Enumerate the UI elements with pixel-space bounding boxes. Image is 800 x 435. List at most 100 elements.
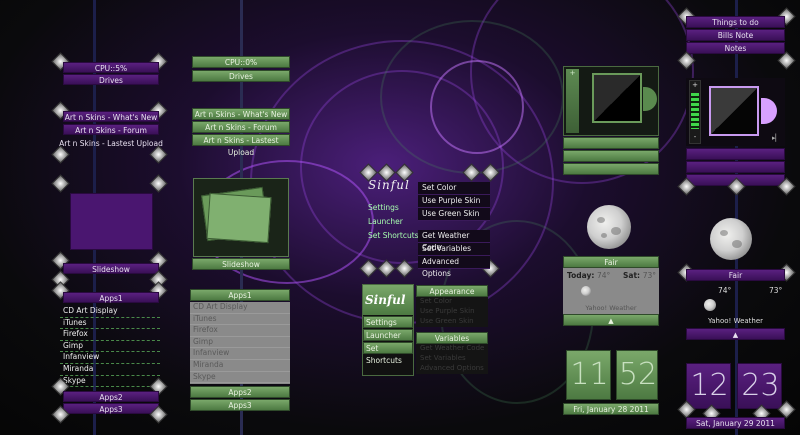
- app-item[interactable]: Firefox: [60, 329, 160, 341]
- variables-menu-green: Get Weather Code Set Variables Advanced …: [416, 344, 488, 374]
- app-item[interactable]: Infanview: [190, 348, 290, 360]
- sinful-green-logo: Sinful: [365, 293, 406, 307]
- link-latest-upload[interactable]: Art n Skins - Lastest Upload: [58, 138, 164, 149]
- player-bar-1[interactable]: [563, 137, 659, 149]
- apps1-button[interactable]: Apps1: [63, 292, 159, 303]
- link-whats-new[interactable]: Art n Skins - What's New: [63, 111, 159, 122]
- app-item[interactable]: Firefox: [190, 325, 290, 337]
- volume-plus-icon[interactable]: +: [566, 69, 579, 77]
- today-temp: 74°: [597, 271, 611, 280]
- menu-use-green-skin[interactable]: Use Green Skin: [418, 208, 490, 221]
- variables-header[interactable]: Variables: [416, 332, 488, 344]
- menu-use-purple-skin-green[interactable]: Use Purple Skin: [416, 307, 488, 317]
- apps2-button-green[interactable]: Apps2: [190, 386, 290, 398]
- note-bills[interactable]: Bills Note: [686, 29, 785, 41]
- app-item[interactable]: iTunes: [60, 318, 160, 330]
- gem-icon: [777, 51, 796, 70]
- hour-tile-purple: 12: [686, 363, 731, 409]
- settings-link-green[interactable]: Settings: [363, 316, 413, 328]
- hour-tile: 11: [566, 350, 611, 400]
- clock-minute: 52: [618, 357, 658, 392]
- album-art-purple[interactable]: [709, 86, 759, 136]
- app-item[interactable]: Skype: [190, 372, 290, 384]
- app-item[interactable]: Miranda: [60, 364, 160, 376]
- moon-small-icon: [581, 286, 591, 296]
- link-latest-upload-green[interactable]: Art n Skins - Lastest Upload: [192, 134, 290, 157]
- volume-minus-icon[interactable]: -: [690, 133, 700, 141]
- menu-set-color[interactable]: Set Color: [418, 182, 490, 195]
- note-notes[interactable]: Notes: [686, 42, 785, 54]
- app-item[interactable]: Skype: [60, 376, 160, 388]
- menu-use-green-skin-green[interactable]: Use Green Skin: [416, 317, 488, 327]
- temp-today-purple: 74°: [718, 286, 732, 295]
- cpu-meter[interactable]: CPU::5%: [63, 62, 159, 73]
- menu-advanced-options[interactable]: Advanced Options: [418, 256, 490, 278]
- apps3-button-green[interactable]: Apps3: [190, 399, 290, 411]
- temp-sat-purple: 73°: [769, 286, 783, 295]
- apps3-button[interactable]: Apps3: [63, 403, 159, 414]
- apps2-button[interactable]: Apps2: [63, 391, 159, 402]
- link-whats-new-green[interactable]: Art n Skins - What's New: [192, 108, 290, 120]
- sat-temp: 73°: [642, 271, 656, 280]
- apps-list-green: CD Art Display iTunes Firefox Gimp Infan…: [190, 302, 290, 384]
- clock-date-purple: Sat, January 29 2011: [686, 417, 785, 429]
- player-bar-purple-2[interactable]: [686, 161, 785, 173]
- weather-toggle[interactable]: ▲: [563, 314, 659, 326]
- weather-source[interactable]: Yahoo! Weather: [563, 304, 659, 312]
- volume-slider[interactable]: +: [566, 69, 579, 133]
- clock-minute-purple: 23: [741, 368, 780, 403]
- weather-source-purple[interactable]: Yahoo! Weather: [686, 317, 785, 325]
- menu-advanced-options-green[interactable]: Advanced Options: [416, 364, 488, 374]
- weather-toggle-purple[interactable]: ▲: [686, 328, 785, 340]
- cpu-meter-green[interactable]: CPU::0%: [192, 56, 290, 68]
- next-track-icon[interactable]: ▸▏: [772, 134, 781, 142]
- album-art[interactable]: [592, 73, 642, 123]
- app-item[interactable]: CD Art Display: [60, 306, 160, 318]
- drives-button[interactable]: Drives: [63, 74, 159, 85]
- moon-icon-purple: [710, 218, 752, 260]
- menu-get-weather-code-green[interactable]: Get Weather Code: [416, 344, 488, 354]
- link-forum[interactable]: Art n Skins - Forum: [63, 124, 159, 135]
- settings-link[interactable]: Settings: [368, 203, 399, 212]
- app-item[interactable]: Miranda: [190, 360, 290, 372]
- player-bar-purple-1[interactable]: [686, 148, 785, 160]
- menu-set-color-green[interactable]: Set Color: [416, 297, 488, 307]
- sinful-logo: Sinful: [368, 178, 410, 192]
- menu-set-variables-green[interactable]: Set Variables: [416, 354, 488, 364]
- apps1-button-green[interactable]: Apps1: [190, 289, 290, 301]
- disc-icon: [643, 87, 657, 111]
- slideshow-frame-green[interactable]: [193, 178, 289, 257]
- slideshow-button-green[interactable]: Slideshow: [192, 258, 290, 270]
- app-item[interactable]: Gimp: [190, 337, 290, 349]
- app-item[interactable]: Infanview: [60, 352, 160, 364]
- apps-list: CD Art Display iTunes Firefox Gimp Infan…: [60, 306, 160, 388]
- appearance-menu: Set Color Use Purple Skin Use Green Skin: [416, 297, 488, 327]
- volume-plus-icon[interactable]: +: [690, 81, 700, 89]
- appearance-header[interactable]: Appearance: [416, 285, 488, 297]
- slideshow-button[interactable]: Slideshow: [63, 263, 159, 274]
- launcher-link[interactable]: Launcher: [368, 217, 403, 226]
- drives-button-green[interactable]: Drives: [192, 70, 290, 82]
- clock-hour: 11: [570, 357, 609, 392]
- app-item[interactable]: CD Art Display: [190, 302, 290, 314]
- slideshow-frame[interactable]: [70, 193, 153, 250]
- moon-icon: [587, 205, 631, 249]
- app-item[interactable]: iTunes: [190, 314, 290, 326]
- today-label: Today:: [567, 271, 595, 280]
- minute-tile: 52: [616, 350, 658, 400]
- menu-get-weather-code[interactable]: Get Weather Code: [418, 230, 490, 252]
- player-bar-2[interactable]: [563, 150, 659, 162]
- player-bar-3[interactable]: [563, 163, 659, 175]
- forecast-panel: Today: 74° Sat: 73° Yahoo! Weather: [563, 268, 659, 314]
- set-shortcuts-link-green[interactable]: Set Shortcuts: [363, 342, 413, 365]
- volume-slider-purple[interactable]: + -: [689, 80, 701, 144]
- weather-condition: Fair: [563, 256, 659, 268]
- app-item[interactable]: Gimp: [60, 341, 160, 353]
- disc-icon: [761, 98, 777, 124]
- menu-use-purple-skin[interactable]: Use Purple Skin: [418, 195, 490, 208]
- note-things-to-do[interactable]: Things to do: [686, 16, 785, 28]
- set-shortcuts-link[interactable]: Set Shortcuts: [368, 231, 419, 240]
- launcher-link-green[interactable]: Launcher: [363, 329, 413, 341]
- menu-set-variables[interactable]: Set Variables: [418, 243, 490, 256]
- link-forum-green[interactable]: Art n Skins - Forum: [192, 121, 290, 133]
